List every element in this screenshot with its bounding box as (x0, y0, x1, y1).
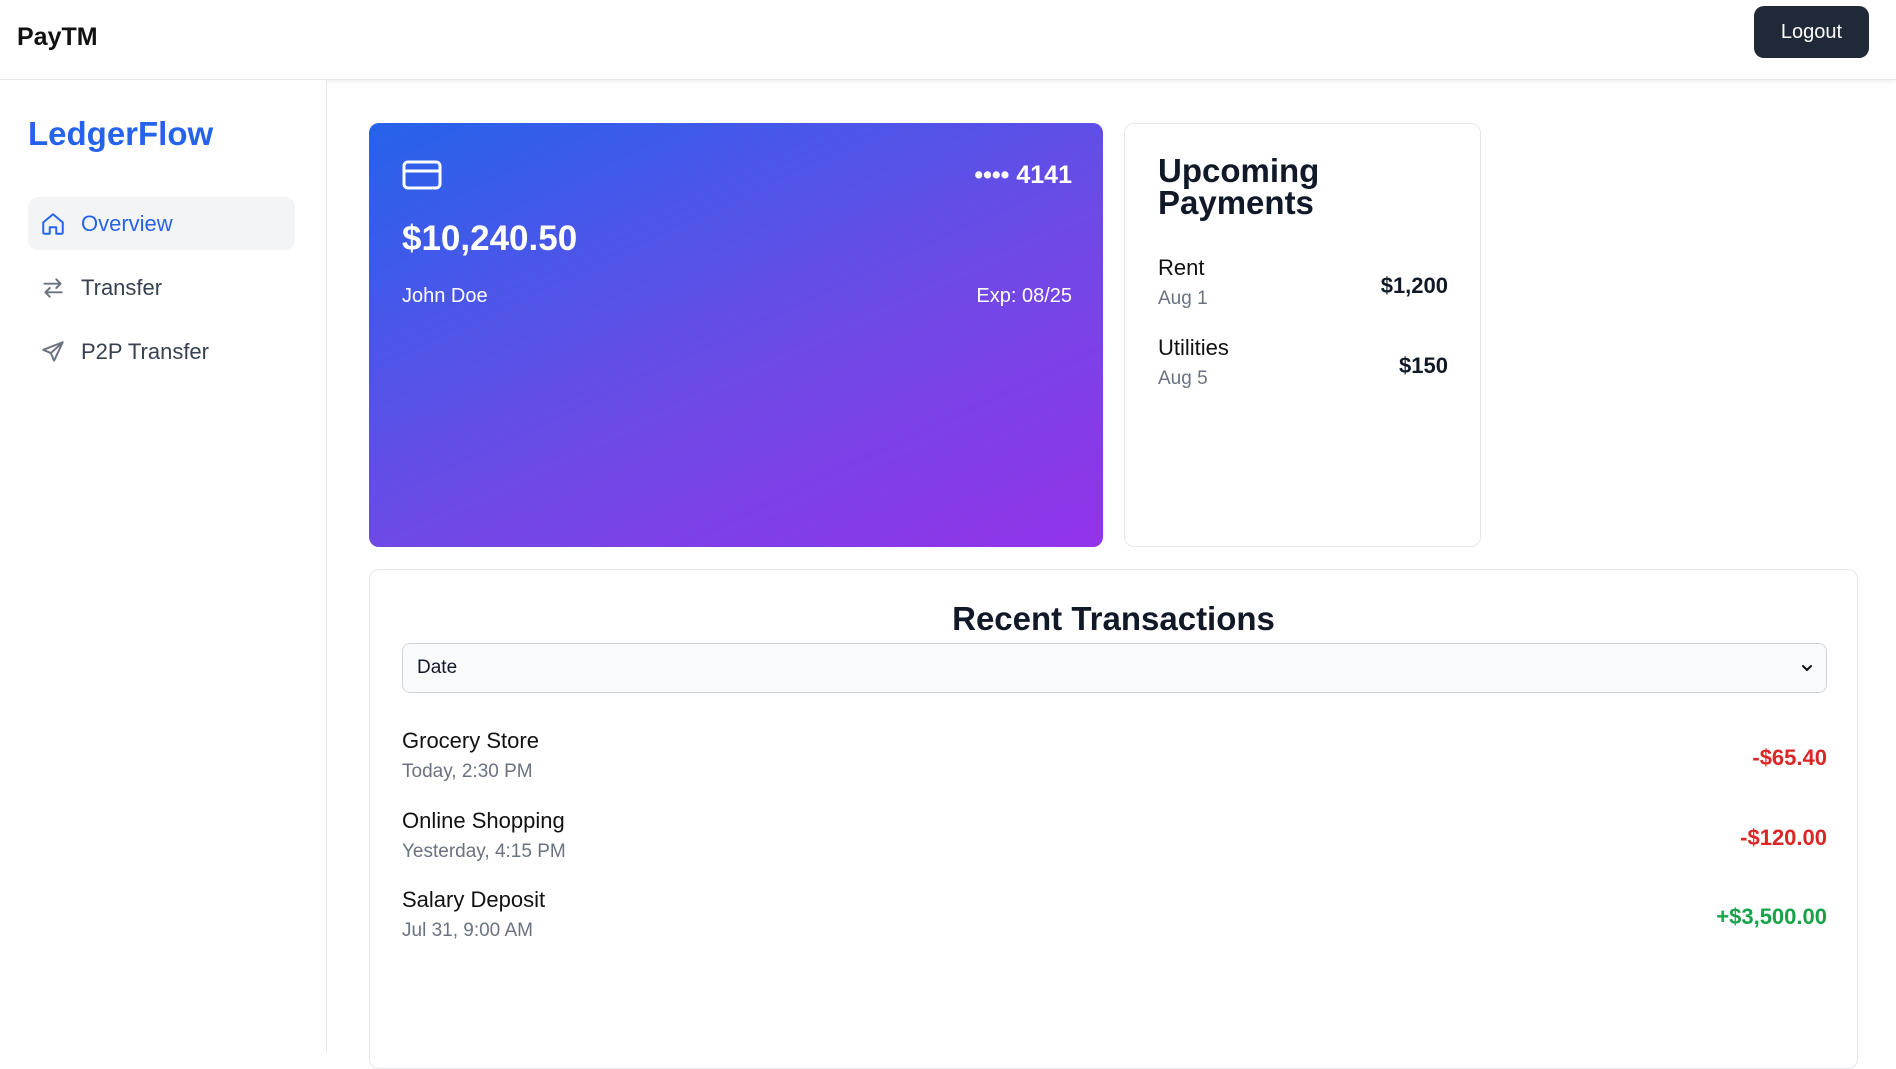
logout-button[interactable]: Logout (1754, 6, 1869, 58)
transaction-name: Grocery Store (402, 728, 539, 753)
sidebar-item-p2p-transfer[interactable]: P2P Transfer (28, 325, 295, 378)
sidebar-item-transfer[interactable]: Transfer (28, 261, 295, 314)
sidebar-item-label: Transfer (81, 274, 163, 300)
sort-select-value: Date (417, 657, 458, 678)
sidebar-item-label: Overview (81, 210, 173, 236)
payment-amount: $1,200 (1380, 273, 1448, 298)
sidebar-item-label: P2P Transfer (81, 338, 209, 364)
home-icon (39, 210, 67, 238)
upcoming-payments-panel: Upcoming Payments Rent Aug 1 $1,200 Util… (1124, 123, 1481, 547)
transaction-row[interactable]: Salary Deposit Jul 31, 9:00 AM +$3,500.0… (402, 887, 1827, 942)
send-icon (39, 338, 67, 366)
transaction-name: Online Shopping (402, 808, 565, 833)
brand-logo[interactable]: LedgerFlow (28, 115, 213, 153)
recent-transactions-panel: Recent Transactions Date Grocery Store T… (369, 569, 1858, 1069)
card-expiry: Exp: 08/25 (976, 285, 1072, 307)
sidebar-item-overview[interactable]: Overview (28, 197, 295, 250)
sort-select[interactable]: Date (402, 643, 1827, 693)
transaction-time: Yesterday, 4:15 PM (402, 841, 566, 862)
transaction-amount: -$65.40 (1752, 745, 1827, 770)
arrows-icon (39, 274, 67, 302)
sidebar: LedgerFlow Overview Transfer P2P Transfe… (0, 80, 327, 1052)
card-number: •••• 4141 (974, 161, 1072, 189)
upcoming-payments-title: Upcoming Payments (1158, 152, 1320, 221)
top-navbar: PayTM Logout (0, 0, 1896, 80)
balance-card: •••• 4141 $10,240.50 John Doe Exp: 08/25 (369, 123, 1103, 547)
transaction-row[interactable]: Grocery Store Today, 2:30 PM -$65.40 (402, 728, 1827, 783)
app-title: PayTM (17, 23, 98, 51)
card-holder: John Doe (402, 285, 488, 307)
card-balance: $10,240.50 (402, 219, 578, 258)
transaction-time: Today, 2:30 PM (402, 761, 533, 782)
payment-row: Rent Aug 1 $1,200 (1158, 255, 1448, 310)
transaction-name: Salary Deposit (402, 887, 546, 912)
chevron-down-icon (1802, 665, 1812, 671)
recent-transactions-title: Recent Transactions (952, 600, 1275, 637)
sidebar-nav: Overview Transfer P2P Transfer (28, 197, 295, 389)
transaction-row[interactable]: Online Shopping Yesterday, 4:15 PM -$120… (402, 808, 1827, 863)
transaction-amount: +$3,500.00 (1716, 904, 1827, 929)
payment-amount: $150 (1399, 353, 1448, 378)
credit-card-icon (402, 159, 442, 196)
payment-row: Utilities Aug 5 $150 (1158, 335, 1448, 390)
transaction-amount: -$120.00 (1740, 825, 1827, 850)
transaction-time: Jul 31, 9:00 AM (402, 920, 533, 941)
